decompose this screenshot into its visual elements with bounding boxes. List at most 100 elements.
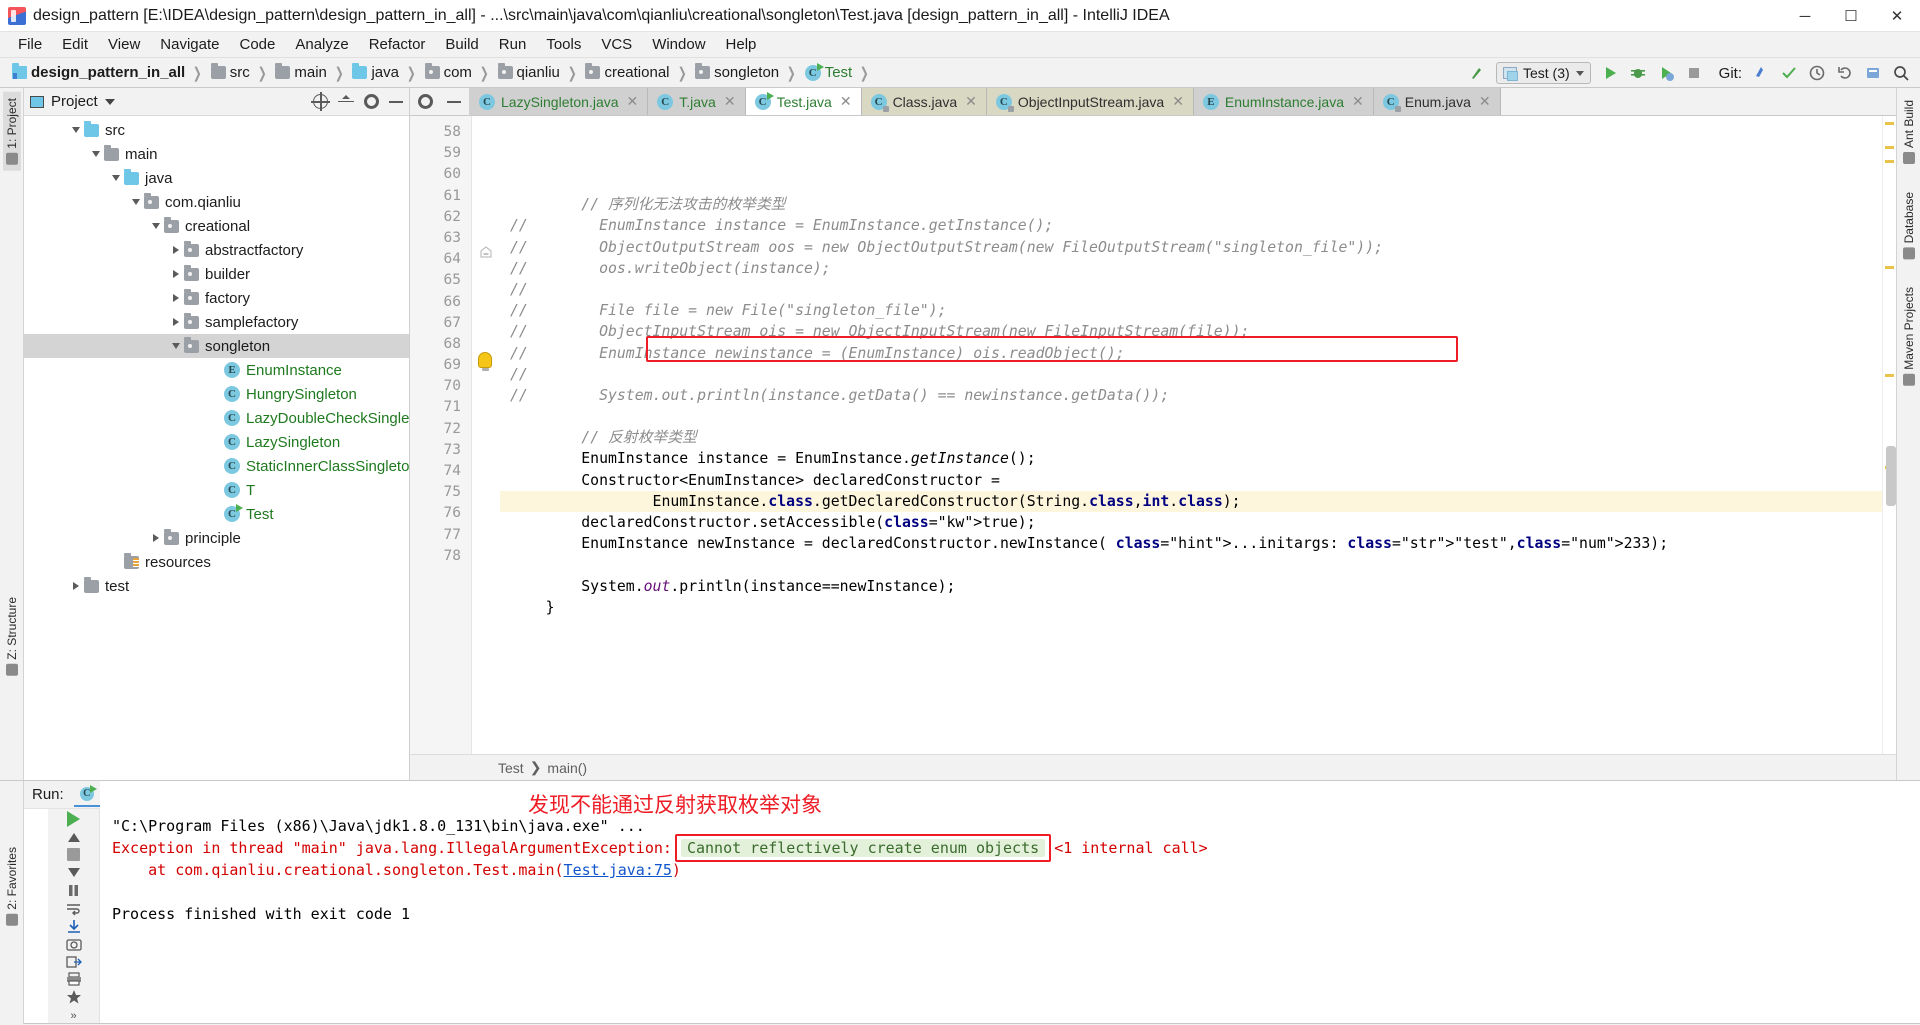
code-line[interactable]: // EnumInstance newinstance = (EnumInsta… [500,343,1882,364]
sidebar-item-structure[interactable]: Z: Structure [3,591,21,682]
breadcrumb-item-java[interactable]: java ❯ [348,58,420,88]
tree-item-java[interactable]: java [24,166,409,190]
tree-item-staticinnerclasssingleton[interactable]: C StaticInnerClassSingleton [24,454,409,478]
camera-icon[interactable] [61,937,87,952]
code-line[interactable]: // ObjectOutputStream oos = new ObjectOu… [500,237,1882,258]
tree-expander[interactable] [68,582,84,590]
tree-expander[interactable] [168,294,184,302]
close-icon[interactable]: ✕ [840,93,852,110]
run-with-coverage-icon[interactable] [1653,60,1679,86]
breadcrumb-item-com[interactable]: com ❯ [421,58,494,88]
close-icon[interactable]: ✕ [1352,93,1364,110]
tree-item-principle[interactable]: principle [24,526,409,550]
breadcrumb-class[interactable]: Test [498,760,524,776]
stop-icon[interactable] [1681,60,1707,86]
code-line[interactable]: EnumInstance instance = EnumInstance.get… [500,448,1882,469]
close-icon[interactable]: ✕ [1479,93,1491,110]
code-line[interactable] [500,554,1882,575]
gear-icon[interactable] [418,94,433,109]
menu-run[interactable]: Run [489,34,537,55]
chevron-down-icon[interactable] [104,98,115,105]
code-line[interactable]: // EnumInstance instance = EnumInstance.… [500,215,1882,236]
tree-item-main[interactable]: main [24,142,409,166]
hide-panel-icon[interactable] [389,100,403,103]
soft-wrap-icon[interactable] [61,901,87,916]
editor-tab-class[interactable]: C Class.java ✕ [861,88,987,115]
tree-expander[interactable] [68,127,84,133]
code-line[interactable]: // System.out.println(instance.getData()… [500,385,1882,406]
tree-expander[interactable] [168,270,184,278]
tree-item-com-qianliu[interactable]: com.qianliu [24,190,409,214]
tree-expander[interactable] [128,199,144,205]
stacktrace-link[interactable]: Test.java:75 [564,861,672,879]
code-line[interactable]: // 序列化无法攻击的枚举类型 [500,194,1882,215]
project-tree[interactable]: src main java com.qianliu creational abstract… [24,116,409,780]
tree-item-test[interactable]: test [24,574,409,598]
tree-item-t[interactable]: CT [24,478,409,502]
print-icon[interactable] [61,972,87,987]
code-content[interactable]: // 序列化无法攻击的枚举类型// EnumInstance instance … [500,116,1882,754]
tree-item-abstractfactory[interactable]: abstractfactory [24,238,409,262]
code-line[interactable]: EnumInstance newInstance = declaredConst… [500,533,1882,554]
history-icon[interactable] [1804,60,1830,86]
tree-item-samplefactory[interactable]: samplefactory [24,310,409,334]
update-project-icon[interactable] [1748,60,1774,86]
breadcrumb-item-main[interactable]: main ❯ [271,58,348,88]
down-arrow-icon[interactable] [61,865,87,880]
more-icon[interactable]: » [61,1008,87,1023]
code-line[interactable]: System.out.println(instance==newInstance… [500,576,1882,597]
rerun-icon[interactable] [61,811,87,827]
tree-item-factory[interactable]: factory [24,286,409,310]
editor-tab-objectinputstream[interactable]: C ObjectInputStream.java ✕ [986,88,1194,115]
breadcrumb-item-creational[interactable]: creational ❯ [581,58,691,88]
pause-icon[interactable] [61,883,87,898]
close-icon[interactable]: ✕ [1172,93,1184,110]
tree-item-songleton[interactable]: songleton [24,334,409,358]
menu-refactor[interactable]: Refactor [359,34,436,55]
tree-item-test[interactable]: C Test [24,502,409,526]
tree-item-lazysingleton[interactable]: C LazySingleton [24,430,409,454]
close-icon[interactable]: ✕ [627,93,639,110]
commit-icon[interactable] [1776,60,1802,86]
code-line[interactable]: // ObjectInputStream ois = new ObjectInp… [500,321,1882,342]
warning-marker[interactable] [1885,122,1894,125]
sidebar-item-favorites[interactable]: 2: Favorites [3,841,21,932]
fold-gutter[interactable] [472,116,500,754]
run-configuration-selector[interactable]: Test (3) [1495,62,1591,84]
scroll-from-source-icon[interactable] [311,92,330,111]
code-line[interactable]: // 反射枚举类型 [500,427,1882,448]
tree-expander[interactable] [88,151,104,157]
rollback-icon[interactable] [1832,60,1858,86]
menu-tools[interactable]: Tools [536,34,591,55]
menu-edit[interactable]: Edit [52,34,98,55]
tree-expander[interactable] [108,175,124,181]
export-icon[interactable] [61,954,87,969]
code-line[interactable]: // oos.writeObject(instance); [500,258,1882,279]
console-output[interactable]: "C:\Program Files (x86)\Java\jdk1.8.0_13… [100,781,1920,1023]
search-everywhere-icon[interactable] [1888,60,1914,86]
editor-scrollbar-thumb[interactable] [1886,446,1896,506]
tree-expander[interactable] [168,318,184,326]
code-line[interactable]: Constructor<EnumInstance> declaredConstr… [500,470,1882,491]
warning-marker[interactable] [1885,146,1894,149]
run-icon[interactable] [1597,60,1623,86]
gear-icon[interactable] [364,94,379,109]
tree-item-resources[interactable]: resources [24,550,409,574]
sidebar-item-maven[interactable]: Maven Projects [1900,281,1918,392]
tree-item-builder[interactable]: builder [24,262,409,286]
code-line[interactable] [500,173,1882,194]
settings-icon[interactable] [1860,60,1886,86]
minimize-button[interactable]: ─ [1782,0,1828,32]
editor-tab-t[interactable]: C T.java ✕ [648,88,746,115]
tree-item-creational[interactable]: creational [24,214,409,238]
tree-expander[interactable] [168,343,184,349]
breadcrumb-item-src[interactable]: src ❯ [207,58,272,88]
tree-expander[interactable] [168,246,184,254]
warning-marker[interactable] [1885,160,1894,163]
hide-editor-icon[interactable] [447,100,461,103]
editor-marker-scrollbar[interactable] [1882,116,1896,754]
maximize-button[interactable]: ☐ [1828,0,1874,32]
editor-tab-enum[interactable]: C Enum.java ✕ [1373,88,1501,115]
menu-analyze[interactable]: Analyze [285,34,358,55]
menu-view[interactable]: View [98,34,150,55]
